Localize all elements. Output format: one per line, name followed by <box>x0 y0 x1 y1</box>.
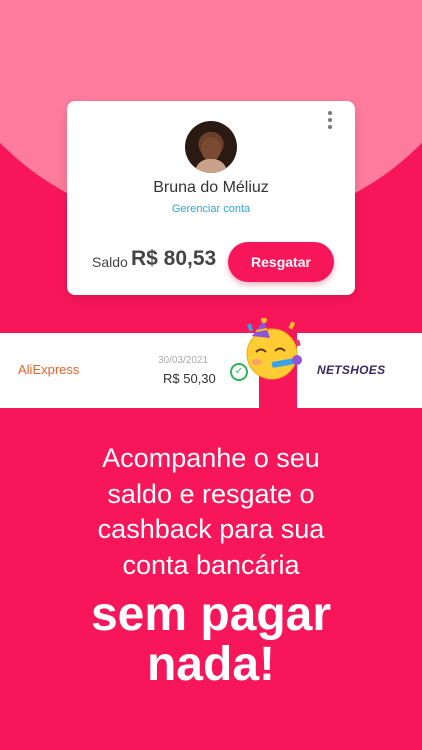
transaction-row[interactable]: AliExpress 30/03/2021 R$ 50,30 ✓ <box>0 333 259 408</box>
headline-text: Acompanhe o seu saldo e resgate o cashba… <box>0 441 422 583</box>
redeem-button[interactable]: Resgatar <box>228 242 334 282</box>
highlight-line-1: sem pagar <box>90 588 332 641</box>
headline-line-3: cashback para sua <box>97 514 325 544</box>
user-name: Bruna do Méliuz <box>153 179 269 196</box>
more-options-icon[interactable] <box>327 111 333 129</box>
highlight-line-2: nada! <box>146 638 275 691</box>
store-card-netshoes[interactable]: NETSHOES <box>297 333 422 408</box>
transaction-date: 30/03/2021 <box>158 355 209 366</box>
highlight-text: sem pagar nada! <box>0 590 422 690</box>
aliexpress-logo: AliExpress <box>18 362 80 377</box>
manage-account-link[interactable]: Gerenciar conta <box>67 203 355 215</box>
headline-line-2: saldo e resgate o <box>107 478 315 509</box>
balance-value: R$ 80,53 <box>131 247 217 270</box>
party-face-emoji-icon <box>246 318 302 380</box>
avatar <box>185 121 237 173</box>
transaction-amount: R$ 50,30 <box>163 371 216 386</box>
headline-line-4: conta bancária <box>122 549 300 580</box>
balance-label: Saldo <box>92 254 128 270</box>
profile-card: Bruna do Méliuz Gerenciar conta Saldo R$… <box>67 101 355 295</box>
headline-line-1: Acompanhe o seu <box>102 443 320 473</box>
netshoes-logo: NETSHOES <box>317 363 386 377</box>
